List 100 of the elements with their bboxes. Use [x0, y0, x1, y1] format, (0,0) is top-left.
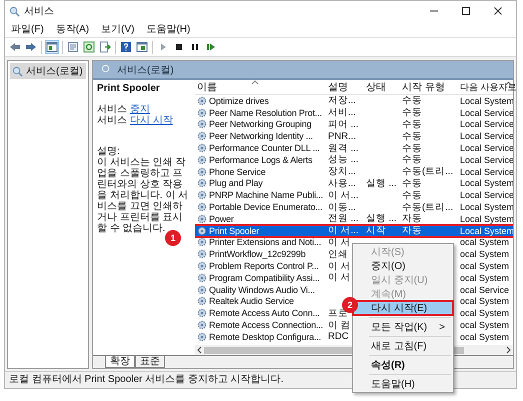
- description-cell: RDC: [328, 331, 349, 342]
- logon-cell: ocal System: [460, 261, 510, 272]
- service-name-cell: Remote Desktop Configura...: [209, 332, 322, 342]
- column-header[interactable]: 다음 사용자로: [457, 81, 517, 94]
- gear-icon: [197, 296, 207, 306]
- pause-icon[interactable]: [189, 41, 201, 53]
- service-name-cell: Portable Device Enumerato...: [209, 202, 322, 212]
- service-name-cell: Performance Counter DLL ...: [209, 143, 320, 154]
- window-icon[interactable]: [136, 41, 148, 53]
- service-name-cell: Optimize drives: [209, 96, 269, 106]
- logon-cell: ocal System: [460, 332, 510, 342]
- forward-arrow-icon[interactable]: [25, 41, 37, 53]
- console-tree-icon[interactable]: [46, 41, 58, 53]
- service-name-cell: Peer Name Resolution Prot...: [209, 108, 322, 118]
- view-tab[interactable]: 확장: [105, 356, 135, 368]
- refresh-icon[interactable]: [83, 41, 95, 53]
- service-name-cell: Phone Service: [209, 166, 266, 177]
- logon-cell: ocal System: [460, 249, 510, 260]
- menu-item[interactable]: 보기(V): [101, 22, 134, 36]
- description-label: 설명:: [97, 146, 121, 157]
- gear-icon: [197, 108, 207, 118]
- menu-item[interactable]: 도움말(H): [146, 22, 190, 36]
- column-header[interactable]: 설명: [325, 80, 363, 94]
- status-cell: 실행 ...: [366, 178, 397, 189]
- maximize-button[interactable]: [461, 6, 471, 16]
- gear-icon: [197, 226, 207, 236]
- gear-icon: [197, 166, 207, 177]
- gear-icon: [197, 202, 207, 212]
- logon-cell: ocal System: [460, 272, 510, 283]
- column-header[interactable]: 이름: [195, 80, 325, 94]
- service-name-cell: Plug and Play: [209, 178, 263, 188]
- startup-type-cell: 수동: [402, 154, 422, 166]
- startup-type-cell: 수동(트리...: [402, 202, 454, 213]
- gear-icon: [197, 190, 207, 200]
- gear-icon: [197, 308, 207, 318]
- menu-item[interactable]: 동작(A): [56, 22, 90, 36]
- gear-icon: [197, 143, 207, 154]
- service-name-cell: Power: [209, 214, 234, 224]
- description-cell: 이동...: [328, 202, 356, 213]
- logon-cell: ocal System: [460, 320, 510, 330]
- startup-type-cell: 수동: [402, 142, 422, 154]
- gear-icon: [197, 214, 207, 224]
- service-name-cell: Program Compatibility Assi...: [209, 272, 320, 283]
- tree-item-label: 서비스(로컬): [26, 65, 83, 78]
- description-cell: 이 서...: [328, 225, 359, 236]
- column-header[interactable]: 시작 유형: [399, 80, 457, 94]
- tree-item[interactable]: 서비스(로컬): [10, 63, 86, 79]
- gear-icon: [197, 261, 207, 272]
- context-menu-item[interactable]: 새로 고침(F): [353, 339, 453, 353]
- service-name-cell: Printer Extensions and Noti...: [209, 237, 322, 248]
- service-name-cell: Realtek Audio Service: [209, 296, 294, 306]
- panel-title: 서비스(로컬): [117, 64, 174, 76]
- gear-icon: [197, 237, 207, 248]
- menu-item[interactable]: 파일(F): [11, 22, 44, 36]
- properties-icon[interactable]: [67, 41, 79, 53]
- description-cell: 인쇄: [328, 248, 348, 260]
- service-name-cell: Peer Networking Identity ...: [209, 131, 313, 142]
- service-name-cell: Performance Logs & Alerts: [209, 154, 312, 165]
- column-header[interactable]: 상태: [363, 80, 399, 94]
- view-tab[interactable]: 표준: [135, 356, 165, 368]
- scroll-left-icon[interactable]: [197, 346, 202, 354]
- gear-icon: [197, 272, 207, 283]
- service-name-cell: PNRP Machine Name Publi...: [209, 190, 323, 200]
- close-icon[interactable]: [493, 6, 503, 16]
- gear-icon: [197, 119, 207, 130]
- description-cell: 저장...: [328, 95, 356, 106]
- context-menu-item[interactable]: 속성(R): [353, 358, 453, 372]
- window-title: 서비스: [24, 5, 54, 18]
- gear-icon: [197, 320, 207, 330]
- action-label: 서비스: [97, 104, 127, 115]
- gear-icon: [197, 96, 207, 106]
- stop-icon[interactable]: [173, 41, 185, 53]
- description-cell: 서비...: [328, 107, 356, 118]
- description-cell: 피어 ...: [328, 119, 359, 130]
- export-icon[interactable]: [99, 41, 111, 53]
- help-icon[interactable]: [120, 41, 132, 53]
- service-name-cell: Remote Access Auto Conn...: [209, 308, 320, 318]
- action-link[interactable]: 중지: [130, 104, 150, 115]
- status-cell: 시작: [366, 225, 386, 236]
- restart-icon[interactable]: [205, 41, 217, 53]
- gear-icon: [197, 332, 207, 342]
- logon-cell: ocal System: [460, 296, 510, 306]
- service-name-cell: Problem Reports Control P...: [209, 261, 319, 272]
- scroll-right-icon[interactable]: [506, 346, 511, 354]
- description-cell: 원격 ...: [328, 142, 359, 154]
- back-arrow-icon[interactable]: [9, 41, 21, 53]
- status-cell: 실행 ...: [366, 213, 397, 224]
- logon-cell: ocal System: [460, 308, 510, 318]
- context-menu-item[interactable]: 모든 작업(K) >: [353, 320, 453, 334]
- description-cell: 이 서...: [328, 190, 359, 201]
- action-label: 서비스: [97, 115, 127, 126]
- context-menu-item[interactable]: 다시 시작(E): [353, 301, 453, 315]
- description-cell: 성능 ...: [328, 154, 359, 166]
- logon-cell: ocal System: [460, 237, 510, 248]
- description-cell: 이 컴: [328, 320, 351, 331]
- logon-cell: ocal Service: [460, 284, 510, 295]
- action-link[interactable]: 다시 시작: [130, 115, 173, 126]
- context-menu-item[interactable]: 도움말(H): [353, 377, 453, 391]
- context-menu-item[interactable]: 중지(O): [353, 259, 453, 273]
- description-cell: PNR...: [328, 130, 356, 142]
